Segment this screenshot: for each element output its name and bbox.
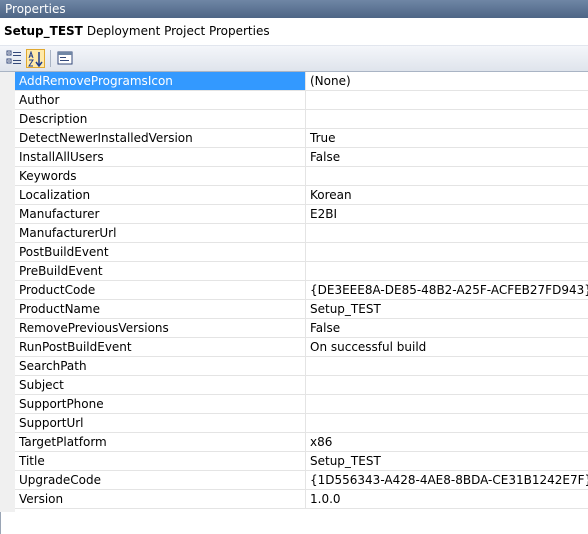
property-name[interactable]: SupportUrl bbox=[15, 414, 306, 432]
grid-empty-area bbox=[0, 512, 588, 534]
categorized-button[interactable] bbox=[5, 49, 24, 68]
property-row[interactable]: InstallAllUsers False bbox=[15, 148, 588, 167]
property-row[interactable]: Version 1.0.0 bbox=[15, 490, 588, 509]
property-grid[interactable]: AddRemoveProgramsIcon (None) Author Descrip… bbox=[0, 72, 588, 512]
property-name[interactable]: ManufacturerUrl bbox=[15, 224, 306, 242]
property-value[interactable] bbox=[307, 376, 588, 394]
property-row[interactable]: Keywords bbox=[15, 167, 588, 186]
property-value[interactable] bbox=[307, 414, 588, 432]
property-name[interactable]: InstallAllUsers bbox=[15, 148, 306, 166]
property-value[interactable] bbox=[307, 224, 588, 242]
property-name[interactable]: SupportPhone bbox=[15, 395, 306, 413]
property-value[interactable]: Korean bbox=[307, 186, 588, 204]
property-name[interactable]: RemovePreviousVersions bbox=[15, 319, 306, 337]
object-selector[interactable]: Setup_TEST Deployment Project Properties bbox=[0, 18, 588, 46]
property-value[interactable]: False bbox=[307, 148, 588, 166]
property-row[interactable]: Title Setup_TEST bbox=[15, 452, 588, 471]
property-value[interactable]: {DE3EEE8A-DE85-48B2-A25F-ACFEB27FD943} bbox=[307, 281, 588, 299]
property-row[interactable]: DetectNewerInstalledVersion True bbox=[15, 129, 588, 148]
window-title: Properties bbox=[5, 2, 66, 16]
property-row[interactable]: SupportUrl bbox=[15, 414, 588, 433]
property-row[interactable]: AddRemoveProgramsIcon (None) bbox=[15, 72, 588, 91]
property-row[interactable]: PreBuildEvent bbox=[15, 262, 588, 281]
property-value[interactable]: {1D556343-A428-4AE8-8BDA-CE31B1242E7F} bbox=[307, 471, 588, 489]
property-value[interactable]: Setup_TEST bbox=[307, 452, 588, 470]
property-value[interactable] bbox=[307, 357, 588, 375]
property-row[interactable]: RunPostBuildEvent On successful build bbox=[15, 338, 588, 357]
property-row[interactable]: TargetPlatform x86 bbox=[15, 433, 588, 452]
property-name[interactable]: PostBuildEvent bbox=[15, 243, 306, 261]
property-value[interactable] bbox=[307, 167, 588, 185]
property-row[interactable]: Subject bbox=[15, 376, 588, 395]
property-name[interactable]: Subject bbox=[15, 376, 306, 394]
property-row[interactable]: UpgradeCode {1D556343-A428-4AE8-8BDA-CE31… bbox=[15, 471, 588, 490]
property-row[interactable]: Author bbox=[15, 91, 588, 110]
property-value[interactable]: False bbox=[307, 319, 588, 337]
property-value[interactable] bbox=[307, 262, 588, 280]
property-row[interactable]: PostBuildEvent bbox=[15, 243, 588, 262]
property-value[interactable]: (None) bbox=[307, 72, 588, 90]
sort-alphabetical-icon bbox=[28, 51, 43, 67]
property-value[interactable]: 1.0.0 bbox=[307, 490, 588, 508]
property-row[interactable]: SupportPhone bbox=[15, 395, 588, 414]
property-value[interactable] bbox=[307, 110, 588, 128]
property-row[interactable]: Localization Korean bbox=[15, 186, 588, 205]
property-name[interactable]: RunPostBuildEvent bbox=[15, 338, 306, 356]
property-name[interactable]: Manufacturer bbox=[15, 205, 306, 223]
object-type: Deployment Project Properties bbox=[86, 24, 270, 38]
property-value[interactable]: x86 bbox=[307, 433, 588, 451]
property-value[interactable]: True bbox=[307, 129, 588, 147]
property-value[interactable]: E2BI bbox=[307, 205, 588, 223]
categorized-icon bbox=[6, 50, 21, 64]
property-pages-button[interactable] bbox=[56, 49, 75, 68]
property-row[interactable]: SearchPath bbox=[15, 357, 588, 376]
property-name[interactable]: DetectNewerInstalledVersion bbox=[15, 129, 306, 147]
property-row[interactable]: ProductName Setup_TEST bbox=[15, 300, 588, 319]
grid-margin bbox=[0, 72, 15, 512]
properties-title-bar[interactable]: Properties bbox=[0, 0, 588, 18]
property-name[interactable]: UpgradeCode bbox=[15, 471, 306, 489]
property-value[interactable]: Setup_TEST bbox=[307, 300, 588, 318]
properties-toolbar bbox=[0, 46, 588, 72]
property-row[interactable]: Manufacturer E2BI bbox=[15, 205, 588, 224]
property-name[interactable]: SearchPath bbox=[15, 357, 306, 375]
property-name[interactable]: AddRemoveProgramsIcon bbox=[15, 72, 306, 90]
property-row[interactable]: ManufacturerUrl bbox=[15, 224, 588, 243]
property-value[interactable] bbox=[307, 91, 588, 109]
alphabetical-button[interactable] bbox=[26, 49, 45, 68]
property-name[interactable]: ProductName bbox=[15, 300, 306, 318]
toolbar-separator bbox=[50, 50, 51, 67]
property-row[interactable]: ProductCode {DE3EEE8A-DE85-48B2-A25F-ACFE… bbox=[15, 281, 588, 300]
property-name[interactable]: Version bbox=[15, 490, 306, 508]
property-name[interactable]: Author bbox=[15, 91, 306, 109]
property-value[interactable] bbox=[307, 395, 588, 413]
property-row[interactable]: Description bbox=[15, 110, 588, 129]
property-row[interactable]: RemovePreviousVersions False bbox=[15, 319, 588, 338]
panel-edge bbox=[0, 512, 1, 534]
property-name[interactable]: TargetPlatform bbox=[15, 433, 306, 451]
property-name[interactable]: Localization bbox=[15, 186, 306, 204]
property-name[interactable]: Keywords bbox=[15, 167, 306, 185]
property-name[interactable]: PreBuildEvent bbox=[15, 262, 306, 280]
object-name: Setup_TEST bbox=[4, 24, 83, 38]
property-value[interactable]: On successful build bbox=[307, 338, 588, 356]
property-name[interactable]: Title bbox=[15, 452, 306, 470]
property-pages-icon bbox=[57, 51, 73, 65]
property-value[interactable] bbox=[307, 243, 588, 261]
property-name[interactable]: ProductCode bbox=[15, 281, 306, 299]
property-name[interactable]: Description bbox=[15, 110, 306, 128]
